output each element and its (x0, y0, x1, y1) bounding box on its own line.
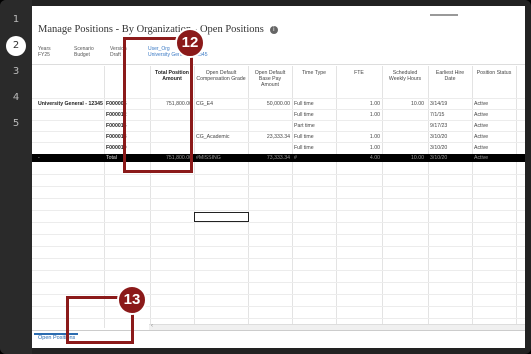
grid-line (32, 109, 525, 110)
cell-base-pay[interactable]: 73,333.34 (250, 155, 290, 161)
callout-badge-13: 13 (117, 285, 147, 315)
pov-value: Budget (74, 52, 90, 58)
col-header-base-pay-amount[interactable]: Open Default Base Pay Amount (250, 70, 290, 88)
cell-hours[interactable]: 10.00 (384, 155, 424, 161)
scroll-left-icon[interactable]: ‹ (151, 323, 153, 329)
col-header-position-status[interactable]: Position Status (474, 70, 514, 76)
cell-hire-date[interactable]: 9/17/23 (430, 123, 470, 129)
cell-time-type[interactable]: # (294, 155, 334, 161)
cell-hire-date[interactable]: 3/10/20 (430, 155, 470, 161)
cell-time-type[interactable]: Full time (294, 134, 334, 140)
cell-time-type[interactable]: Full time (294, 145, 334, 151)
step-5[interactable]: 5 (6, 114, 26, 134)
grid-line (32, 294, 525, 295)
cell-base-pay[interactable]: 23,333.34 (250, 134, 290, 140)
grid-line (32, 270, 525, 271)
callout-badge-12: 12 (175, 28, 205, 58)
grid-line (32, 258, 525, 259)
grid-line (32, 186, 525, 187)
grid-line (336, 66, 337, 328)
cell-hours[interactable]: 10.00 (384, 101, 424, 107)
cell-fte[interactable]: 4.00 (338, 155, 380, 161)
cell-hire-date[interactable]: 7/1/15 (430, 112, 470, 118)
cell-hire-date[interactable]: 3/10/20 (430, 134, 470, 140)
cell-status[interactable]: Active (474, 155, 514, 161)
grid-line (32, 120, 525, 121)
pov-value: FY25 (38, 52, 50, 58)
cell-status[interactable]: Active (474, 101, 514, 107)
grid-line (516, 66, 517, 328)
grid-line (32, 198, 525, 199)
grid-line (32, 142, 525, 143)
info-icon[interactable]: i (269, 25, 278, 34)
cell-fte[interactable]: 1.00 (338, 101, 380, 107)
cell-time-type[interactable]: Part time (294, 123, 334, 129)
page-title: Manage Positions - By Organization - Ope… (38, 24, 278, 35)
step-4[interactable]: 4 (6, 88, 26, 108)
pov-years[interactable]: Years FY25 (38, 46, 72, 66)
cell-status[interactable]: Active (474, 134, 514, 140)
cell-grade[interactable]: CG_E4 (196, 101, 246, 107)
cell-status[interactable]: Active (474, 123, 514, 129)
col-header-scheduled-weekly-hours[interactable]: Scheduled Weekly Hours (384, 70, 426, 82)
col-header-compensation-grade[interactable]: Open Default Compensation Grade (196, 70, 246, 82)
col-header-time-type[interactable]: Time Type (294, 70, 334, 76)
step-3[interactable]: 3 (6, 62, 26, 82)
grid-line (32, 246, 525, 247)
pov-scenario[interactable]: Scenario Budget (74, 46, 108, 66)
cell-hire-date[interactable]: 3/10/20 (430, 145, 470, 151)
cell-status[interactable]: Active (474, 145, 514, 151)
step-rail: 1 2 3 4 5 (0, 0, 32, 354)
grid-line (428, 66, 429, 328)
page-title-text: Manage Positions - By Organization - Ope… (38, 24, 264, 35)
grid-line (292, 66, 293, 328)
grid-line (472, 66, 473, 328)
step-1[interactable]: 1 (6, 10, 26, 30)
total-row: - Total 751,800.00 #MISSING 73,333.34 # … (32, 154, 525, 162)
total-row-marker: - (38, 155, 40, 161)
divider (32, 64, 525, 65)
cell-hire-date[interactable]: 3/14/19 (430, 101, 470, 107)
cell-fte[interactable]: 1.00 (338, 145, 380, 151)
cell-grade[interactable]: #MISSING (196, 155, 246, 161)
grid-line (32, 174, 525, 175)
step-2[interactable]: 2 (6, 36, 26, 56)
grid-line (382, 66, 383, 328)
grid-line (32, 234, 525, 235)
app-frame: 1 2 3 4 5 Manage Positions - By Organiza… (0, 0, 531, 354)
cell-time-type[interactable]: Full time (294, 101, 334, 107)
cell-fte[interactable]: 1.00 (338, 112, 380, 118)
callout-box-12 (123, 37, 193, 173)
col-header-earliest-hire-date[interactable]: Earliest Hire Date (430, 70, 470, 82)
data-grid: Total Position Amount Open Default Compe… (32, 66, 525, 328)
grid-line (32, 222, 525, 223)
org-label: University General - 12345 (38, 101, 103, 107)
cell-base-pay[interactable]: 50,000.00 (250, 101, 290, 107)
cell-time-type[interactable]: Full time (294, 112, 334, 118)
grid-line (32, 98, 525, 99)
cell-grade[interactable]: CG_Academic (196, 134, 246, 140)
selected-cell[interactable] (194, 212, 249, 222)
grid-line (248, 66, 249, 328)
cell-status[interactable]: Active (474, 112, 514, 118)
drag-handle (430, 14, 458, 16)
grid-line (104, 66, 105, 328)
grid-line (32, 131, 525, 132)
grid-line (32, 210, 525, 211)
cell-fte[interactable]: 1.00 (338, 134, 380, 140)
grid-line (32, 282, 525, 283)
grid-line (194, 66, 195, 328)
col-header-fte[interactable]: FTE (338, 70, 380, 76)
